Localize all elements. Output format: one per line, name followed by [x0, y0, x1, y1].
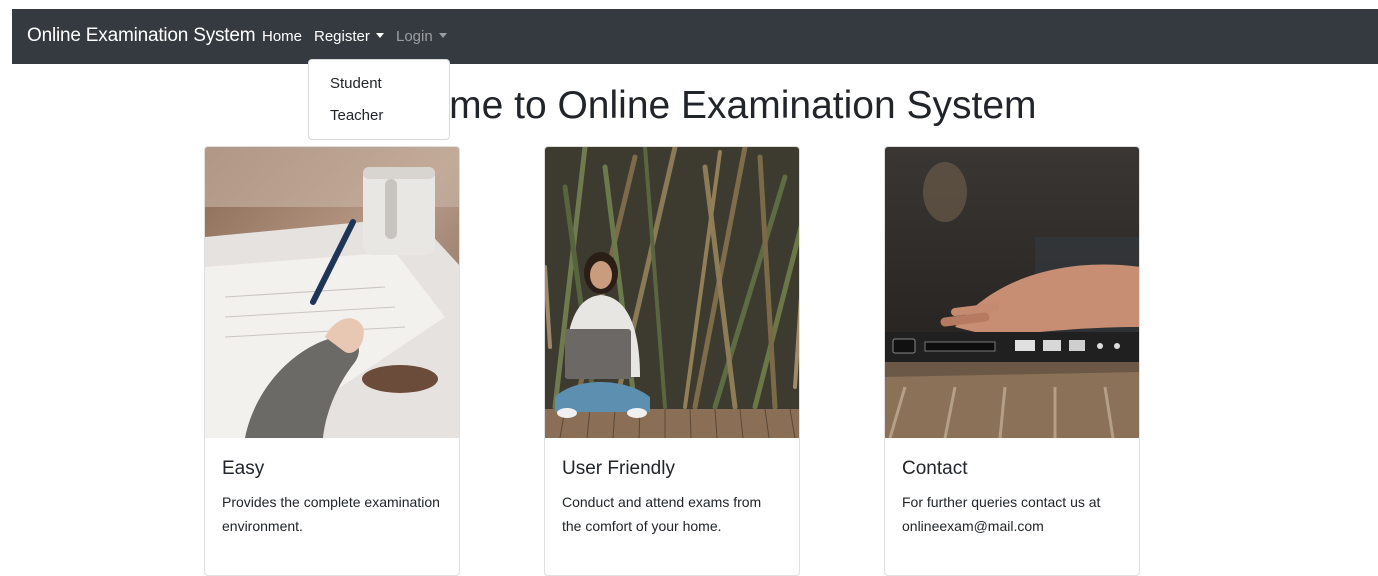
navbar-brand[interactable]: Online Examination System	[27, 25, 256, 47]
typing-on-laptop-image	[885, 147, 1139, 438]
dropdown-item-teacher[interactable]: Teacher	[309, 100, 449, 132]
card-title: Contact	[902, 458, 968, 479]
caret-down-icon	[375, 33, 384, 38]
nav-home-label: Home	[262, 28, 303, 45]
caret-down-icon	[438, 33, 447, 38]
card-text: Provides the complete examination enviro…	[222, 494, 440, 534]
card-text: Conduct and attend exams from the comfor…	[562, 494, 762, 534]
page-title: Welcome to Online Examination System	[341, 84, 1037, 127]
top-navbar: Online Examination System Home Register …	[12, 9, 1378, 64]
feature-card-easy: Easy Provides the complete examination e…	[204, 146, 460, 576]
dropdown-item-student[interactable]: Student	[309, 68, 449, 100]
card-body: Contact For further queries contact us a…	[885, 458, 1139, 538]
nav-home-link[interactable]: Home	[262, 28, 302, 45]
feature-card-user-friendly: User Friendly Conduct and attend exams f…	[544, 146, 800, 576]
woman-with-laptop-image	[545, 147, 799, 438]
card-body: Easy Provides the complete examination e…	[205, 458, 459, 538]
card-text: For further queries contact us at online…	[902, 494, 1101, 534]
card-title: User Friendly	[562, 458, 675, 479]
card-title: Easy	[222, 458, 265, 479]
nav-login-dropdown[interactable]: Login	[396, 28, 447, 45]
card-body: User Friendly Conduct and attend exams f…	[545, 458, 799, 538]
nav-register-label: Register	[314, 28, 370, 45]
nav-register-dropdown[interactable]: Register	[314, 28, 384, 45]
nav-login-label: Login	[396, 28, 433, 45]
feature-card-contact: Contact For further queries contact us a…	[884, 146, 1140, 576]
writing-on-paper-image	[205, 147, 459, 438]
register-dropdown-menu: Student Teacher	[308, 59, 450, 140]
